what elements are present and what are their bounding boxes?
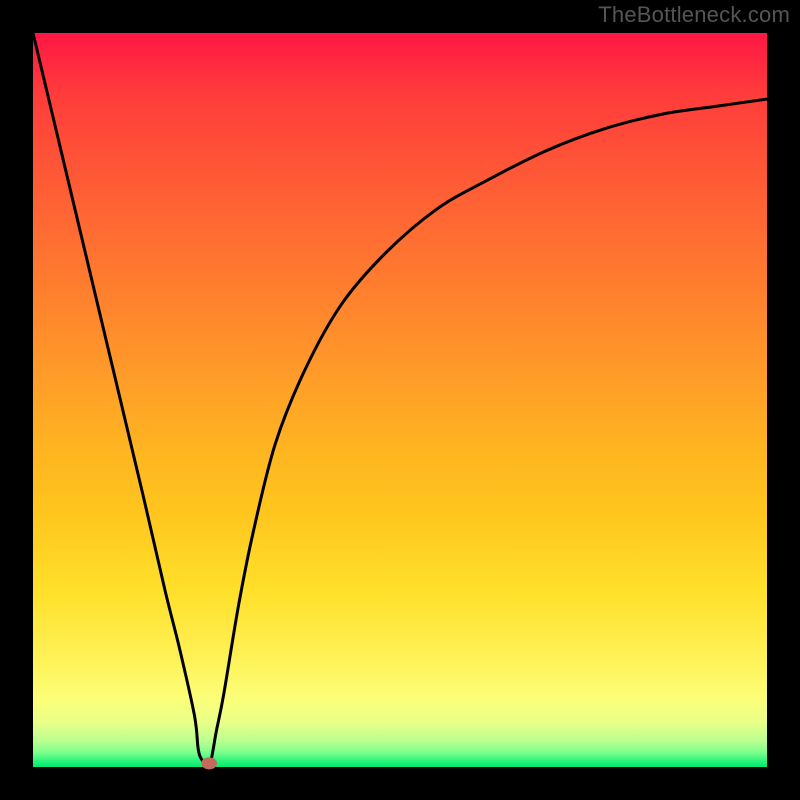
chart-frame: TheBottleneck.com xyxy=(0,0,800,800)
watermark-text: TheBottleneck.com xyxy=(598,2,790,28)
plot-area xyxy=(33,33,767,767)
curve-layer xyxy=(33,33,767,767)
optimal-marker xyxy=(201,757,217,769)
bottleneck-curve xyxy=(33,33,767,768)
